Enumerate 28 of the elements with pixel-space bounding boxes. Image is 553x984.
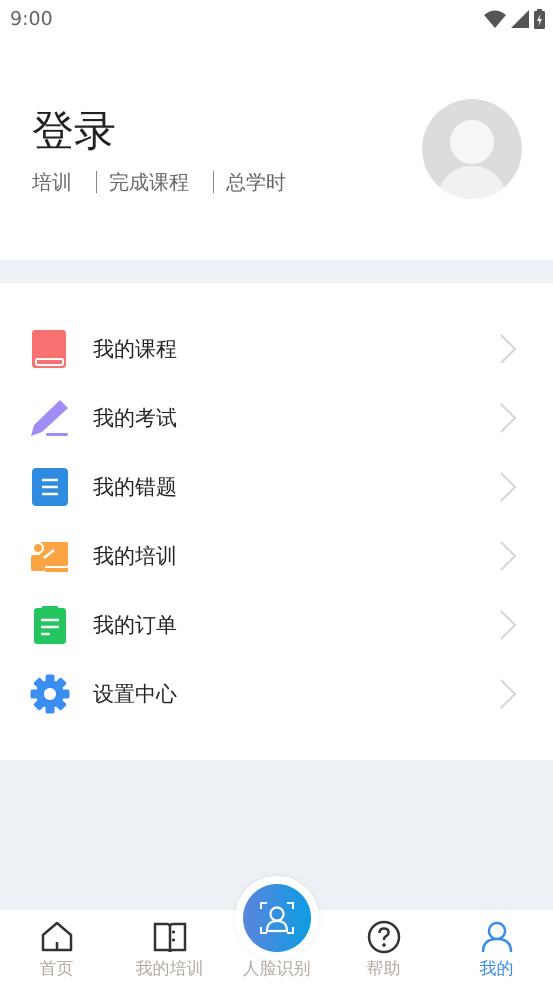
menu-item[interactable]: 我的订单 [0, 590, 553, 659]
chevron-right-icon [499, 402, 517, 434]
chevron-right-icon [499, 470, 517, 502]
help-icon [366, 920, 400, 954]
open-book-icon [152, 920, 186, 954]
home-icon [40, 920, 74, 954]
chevron-right-icon [499, 678, 517, 710]
user-icon [480, 920, 514, 954]
pencil-icon [30, 398, 70, 438]
settings-icon [30, 674, 70, 714]
chevron-right-icon [499, 608, 517, 640]
menu-item[interactable]: 我的培训 [0, 521, 553, 590]
stat-label: 培训 [32, 168, 72, 196]
status-time: 9:00 [10, 8, 53, 30]
chevron-right-icon [499, 332, 517, 364]
stat-label: 总学时 [226, 168, 286, 196]
menu-item[interactable]: 我的错题 [0, 452, 553, 521]
menu-item[interactable]: 设置中心 [0, 659, 553, 728]
menu-item[interactable]: 我的考试 [0, 383, 553, 452]
signal-icon [511, 10, 529, 28]
list-icon [30, 466, 70, 506]
face-scan-icon [258, 900, 294, 936]
battery-icon [534, 9, 545, 29]
login-title[interactable]: 登录 [32, 102, 286, 158]
menu-item[interactable]: 我的课程 [0, 314, 553, 383]
wifi-icon [484, 10, 506, 28]
stat-label: 完成课程 [109, 168, 189, 196]
chevron-right-icon [499, 540, 517, 572]
